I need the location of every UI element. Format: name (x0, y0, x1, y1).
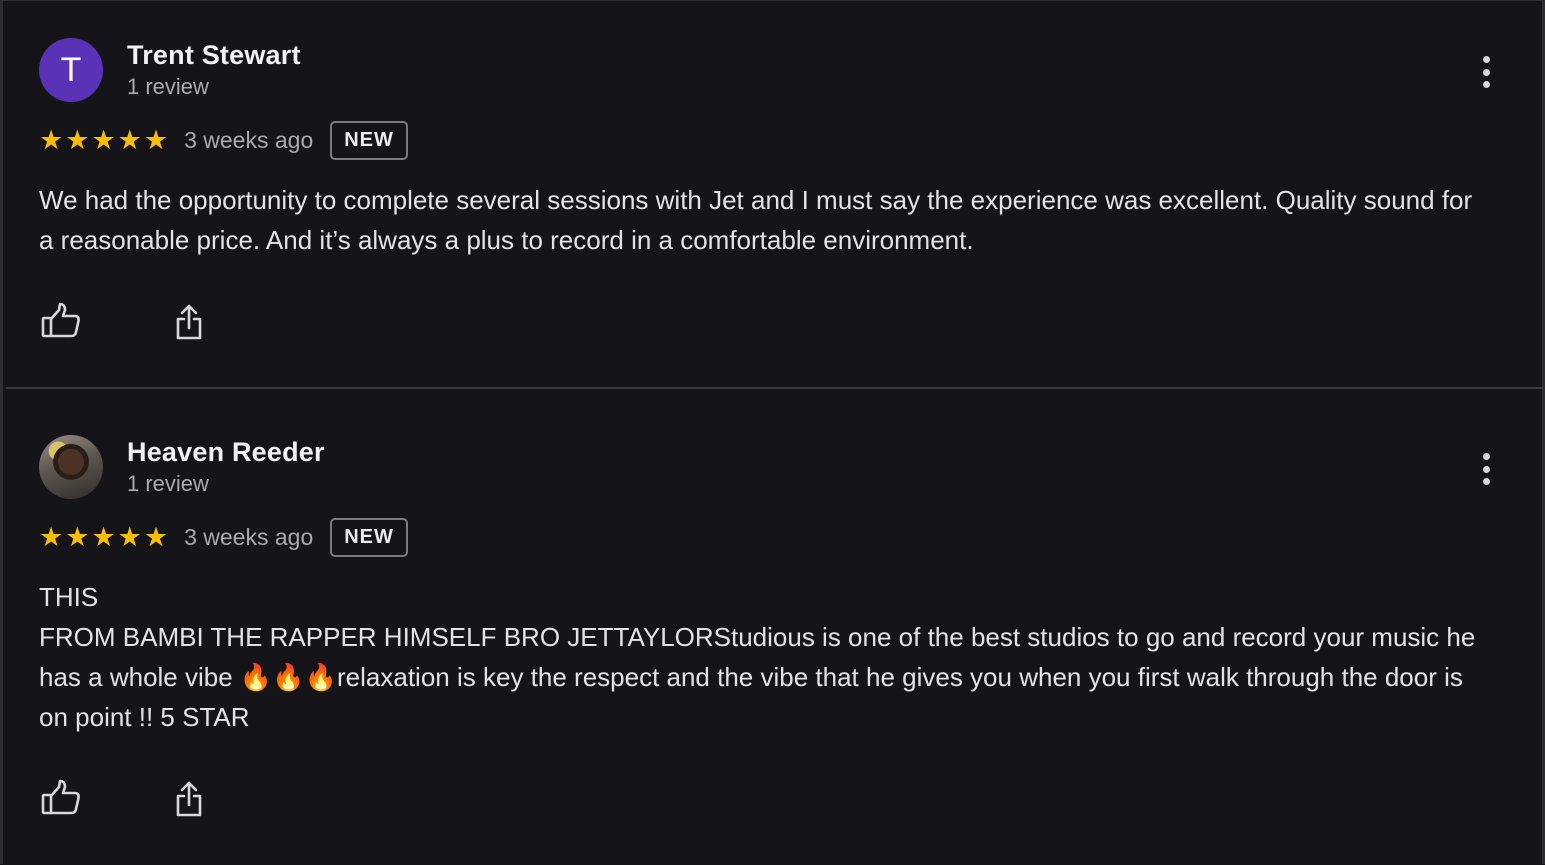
reviewer-name[interactable]: Trent Stewart (127, 40, 301, 71)
share-icon[interactable] (167, 300, 211, 344)
review-text-line: FROM BAMBI THE RAPPER HIMSELF BRO JETTAY… (39, 622, 1476, 732)
star-icon: ★ (91, 521, 116, 552)
star-icon: ★ (91, 124, 116, 155)
review-time: 3 weeks ago (184, 126, 314, 153)
star-icon: ★ (65, 124, 90, 155)
review-count: 1 review (127, 74, 209, 99)
star-icon: ★ (117, 521, 142, 552)
rating-row: ★ ★ ★ ★ ★ 3 weeks ago NEW (39, 516, 408, 558)
review-card: Heaven Reeder 1 review ★ ★ ★ ★ ★ 3 weeks… (6, 389, 1543, 865)
more-options-icon[interactable] (1476, 52, 1496, 92)
thumbs-up-icon[interactable] (39, 300, 83, 344)
star-icon: ★ (39, 124, 64, 155)
review-actions (39, 777, 239, 821)
reviewer-name[interactable]: Heaven Reeder (127, 437, 325, 468)
review-text: THIS FROM BAMBI THE RAPPER HIMSELF BRO J… (39, 577, 1489, 737)
review-time: 3 weeks ago (184, 523, 314, 550)
more-options-icon[interactable] (1476, 449, 1496, 489)
star-icon: ★ (143, 521, 169, 552)
new-badge: NEW (330, 517, 408, 557)
review-card: T Trent Stewart 1 review ★ ★ ★ ★ ★ 3 wee… (6, 2, 1543, 389)
avatar[interactable]: T (39, 38, 103, 102)
review-actions (39, 300, 239, 344)
review-text-line: THIS (39, 582, 99, 612)
reviews-panel: T Trent Stewart 1 review ★ ★ ★ ★ ★ 3 wee… (0, 0, 1545, 864)
star-rating: ★ ★ ★ ★ ★ (39, 521, 169, 552)
star-icon: ★ (117, 124, 142, 155)
new-badge: NEW (330, 120, 408, 160)
review-text-line: We had the opportunity to complete sever… (39, 185, 1473, 255)
thumbs-up-icon[interactable] (39, 777, 83, 821)
star-icon: ★ (143, 124, 169, 155)
star-rating: ★ ★ ★ ★ ★ (39, 124, 169, 155)
star-icon: ★ (39, 521, 64, 552)
rating-row: ★ ★ ★ ★ ★ 3 weeks ago NEW (39, 119, 408, 161)
share-icon[interactable] (167, 777, 211, 821)
review-count: 1 review (127, 471, 209, 496)
avatar[interactable] (39, 435, 103, 499)
star-icon: ★ (65, 521, 90, 552)
review-text: We had the opportunity to complete sever… (39, 180, 1489, 260)
